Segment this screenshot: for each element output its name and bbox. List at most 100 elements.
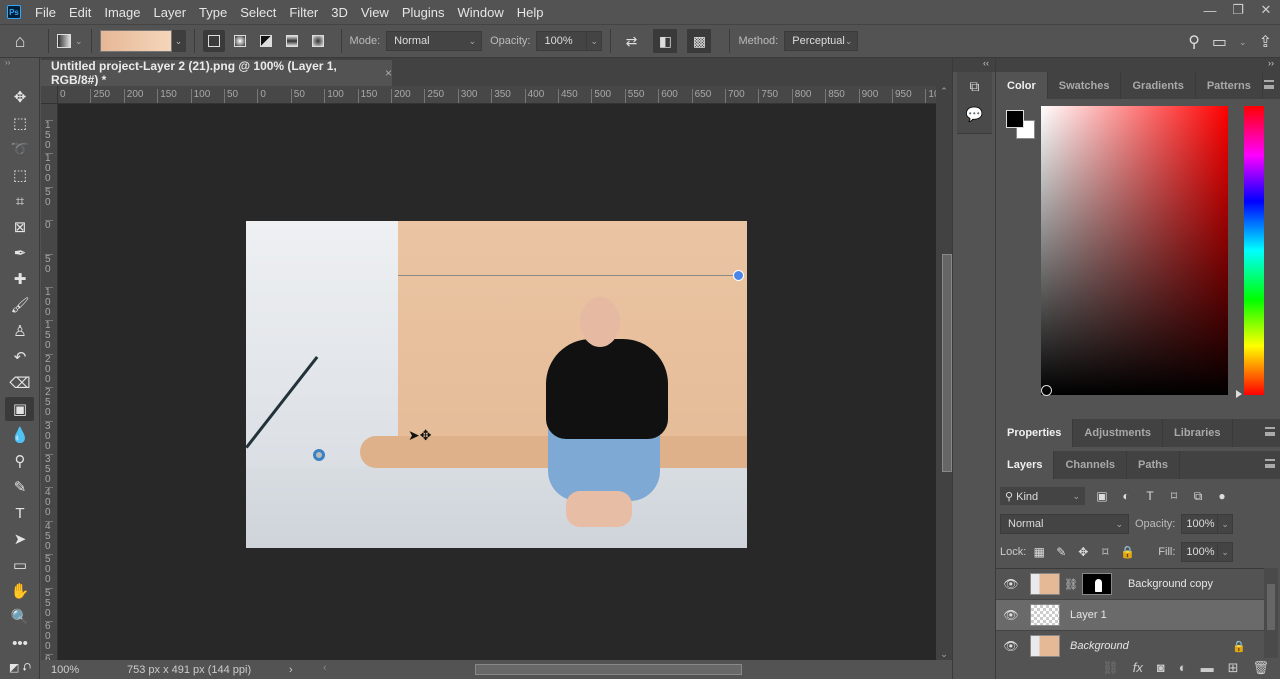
vertical-ruler[interactable]: 150 100 50 0 50 100 150 200 250 300 350 400 450 500 55… <box>41 104 58 660</box>
filter-kind-dropdown[interactable]: ⚲ Kind ⌄ <box>1000 487 1085 505</box>
horizontal-ruler[interactable]: 0 250 200 150 100 50 0 50 100 150 200 250 300 350 400 4… <box>58 86 936 104</box>
more-tools[interactable]: ••• <box>0 630 40 656</box>
gradient-guide-line[interactable] <box>398 275 738 276</box>
hand-tool[interactable]: ✋ <box>0 578 40 604</box>
lock-transparent-icon[interactable]: ▦ <box>1032 545 1046 559</box>
blend-mode-dropdown[interactable]: Normal ⌄ <box>1000 514 1129 534</box>
saturation-value-field[interactable] <box>1041 106 1228 395</box>
delete-layer-icon[interactable]: 🗑 <box>1252 660 1269 676</box>
expand-toolbar-icon[interactable]: ›› <box>0 58 39 70</box>
smart-object-filter-icon[interactable]: ⧉ <box>1191 489 1205 504</box>
menu-layer[interactable]: Layer <box>154 5 187 20</box>
panel-menu-icon[interactable] <box>1265 427 1275 436</box>
collapse-panels-icon[interactable]: ›› <box>996 58 1280 72</box>
close-document-icon[interactable]: × <box>385 66 392 80</box>
horizontal-scrollbar[interactable]: ‹ <box>323 662 951 675</box>
lock-position-icon[interactable]: ✥ <box>1076 545 1090 559</box>
scroll-left-icon[interactable]: ‹ <box>323 662 327 674</box>
eyedropper-tool[interactable]: ✒ <box>0 240 40 266</box>
vertical-scroll-thumb[interactable] <box>942 254 952 472</box>
path-selection-tool[interactable]: ➤ <box>0 526 40 552</box>
zoom-level[interactable]: 100% <box>51 664 111 676</box>
document-tab[interactable]: Untitled project-Layer 2 (21).png @ 100%… <box>41 59 392 87</box>
visibility-eye-icon[interactable]: 👁 <box>996 577 1026 591</box>
history-brush-tool[interactable]: ↶ <box>0 344 40 370</box>
gradient-tool[interactable]: ▣ <box>0 396 40 422</box>
reverse-button[interactable]: ⇄ <box>619 29 643 53</box>
menu-image[interactable]: Image <box>104 5 140 20</box>
opacity-dropdown[interactable]: ⌄ <box>586 31 603 51</box>
eraser-tool[interactable]: ⌫ <box>0 370 40 396</box>
tab-gradients[interactable]: Gradients <box>1121 72 1196 99</box>
reflected-gradient-button[interactable] <box>281 30 303 52</box>
tab-libraries[interactable]: Libraries <box>1163 419 1233 447</box>
menu-window[interactable]: Window <box>457 5 503 20</box>
menu-plugins[interactable]: Plugins <box>402 5 445 20</box>
history-panel-button[interactable]: ⧉ <box>957 72 992 100</box>
hue-slider-handle[interactable] <box>1236 390 1242 398</box>
layer-mask-thumbnail[interactable] <box>1081 573 1112 595</box>
close-button[interactable]: ✕ <box>1252 0 1280 20</box>
tab-layers[interactable]: Layers <box>996 451 1055 479</box>
toolbar-grip[interactable] <box>0 70 39 84</box>
shape-filter-icon[interactable]: ⌑ <box>1167 489 1181 503</box>
link-layers-icon[interactable]: ⛓ <box>1102 660 1119 676</box>
brush-tool[interactable]: 🖌 <box>0 292 40 318</box>
layer-opacity-dropdown[interactable]: ⌄ <box>1217 514 1234 534</box>
document-canvas[interactable] <box>246 221 747 548</box>
menu-select[interactable]: Select <box>240 5 276 20</box>
visibility-eye-icon[interactable]: 👁 <box>996 608 1026 622</box>
rectangle-tool[interactable]: ▭ <box>0 552 40 578</box>
layer-opacity-input[interactable]: 100% <box>1181 514 1218 534</box>
mode-dropdown[interactable]: Normal ⌄ <box>386 31 483 51</box>
scroll-down-icon[interactable]: ⌄ <box>936 649 952 660</box>
gradient-editor-swatch[interactable] <box>99 30 172 52</box>
menu-type[interactable]: Type <box>199 5 227 20</box>
menu-3d[interactable]: 3D <box>331 5 348 20</box>
add-mask-icon[interactable]: ◙ <box>1157 660 1165 675</box>
frame-tool[interactable]: ⊠ <box>0 214 40 240</box>
collapse-dock-icon[interactable]: ‹‹ <box>953 58 995 72</box>
clone-stamp-tool[interactable]: ♙ <box>0 318 40 344</box>
layer-row-layer-1[interactable]: 👁 Layer 1 <box>996 600 1264 631</box>
menu-file[interactable]: File <box>35 5 56 20</box>
status-menu-arrow[interactable]: › <box>289 664 293 676</box>
healing-brush-tool[interactable]: ✚ <box>0 266 40 292</box>
diamond-gradient-button[interactable] <box>307 30 329 52</box>
layers-scroll-thumb[interactable] <box>1267 584 1275 630</box>
workspace-icon[interactable]: ▭ <box>1212 32 1227 52</box>
tab-properties[interactable]: Properties <box>996 419 1074 447</box>
object-selection-tool[interactable]: ⬚ <box>0 162 40 188</box>
pen-tool[interactable]: ✎ <box>0 474 40 500</box>
angle-gradient-button[interactable] <box>255 30 277 52</box>
new-layer-icon[interactable]: ⊞ <box>1228 660 1239 676</box>
search-icon[interactable]: ⚲ <box>1188 32 1200 52</box>
menu-filter[interactable]: Filter <box>289 5 318 20</box>
type-filter-icon[interactable]: T <box>1143 489 1157 503</box>
hue-slider[interactable] <box>1244 106 1264 395</box>
layers-scrollbar[interactable] <box>1264 568 1278 658</box>
type-tool[interactable]: T <box>0 500 40 526</box>
zoom-tool[interactable]: 🔍 <box>0 604 40 630</box>
fill-dropdown[interactable]: ⌄ <box>1217 542 1234 562</box>
linear-gradient-button[interactable] <box>202 30 225 52</box>
lasso-tool[interactable]: ➰ <box>0 136 40 162</box>
method-dropdown[interactable]: Perceptual ⌄ <box>784 31 859 51</box>
swap-colors-button[interactable]: ◩ ⮏ <box>0 657 40 679</box>
pixel-filter-icon[interactable]: ▣ <box>1095 489 1109 503</box>
minimize-button[interactable]: — <box>1196 0 1224 20</box>
tab-channels[interactable]: Channels <box>1054 451 1127 479</box>
blur-tool[interactable]: 💧 <box>0 422 40 448</box>
dither-button[interactable]: ◧ <box>653 29 678 53</box>
dodge-tool[interactable]: ⚲ <box>0 448 40 474</box>
lock-artboard-icon[interactable]: ⌑ <box>1098 545 1112 559</box>
move-tool[interactable]: ✥ <box>0 84 40 110</box>
tool-preset-picker[interactable]: ⌄ <box>57 34 83 48</box>
horizontal-scroll-thumb[interactable] <box>475 664 742 675</box>
tab-swatches[interactable]: Swatches <box>1048 72 1122 99</box>
fx-icon[interactable]: fx <box>1133 660 1143 675</box>
panel-menu-icon[interactable] <box>1264 80 1274 89</box>
mask-link-icon[interactable]: ⛓ <box>1064 578 1078 591</box>
ruler-origin[interactable] <box>41 86 58 104</box>
chevron-down-icon[interactable]: ⌄ <box>1239 37 1247 48</box>
